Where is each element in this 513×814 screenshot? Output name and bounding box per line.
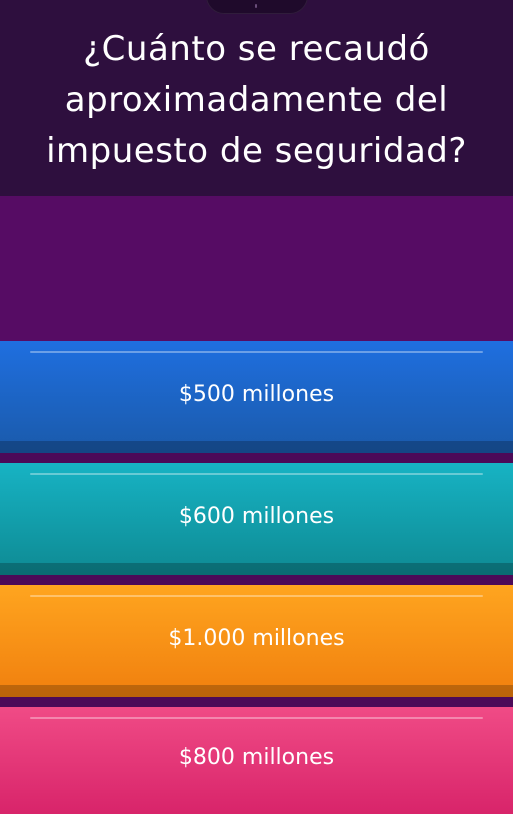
media-area (0, 196, 513, 341)
question-text: ¿Cuánto se recaudó aproximadamente del i… (46, 29, 467, 171)
answer-option-1-label: $500 millones (178, 381, 335, 407)
answer-option-2-label: $600 millones (178, 503, 335, 529)
answer-divider (0, 697, 513, 707)
answer-divider (0, 575, 513, 585)
quiz-screen: ¿Cuánto se recaudó aproximadamente del i… (0, 0, 513, 814)
answer-option-1[interactable]: $500 millones (0, 341, 513, 453)
answer-option-4[interactable]: $800 millones (0, 707, 513, 814)
timer-tab (206, 0, 308, 14)
answer-divider (0, 453, 513, 463)
timer-tick-icon (255, 4, 257, 8)
question-panel: ¿Cuánto se recaudó aproximadamente del i… (0, 0, 513, 196)
answer-option-3[interactable]: $1.000 millones (0, 585, 513, 697)
answer-option-2[interactable]: $600 millones (0, 463, 513, 575)
answer-option-4-label: $800 millones (178, 745, 335, 770)
answer-option-3-label: $1.000 millones (168, 625, 345, 651)
